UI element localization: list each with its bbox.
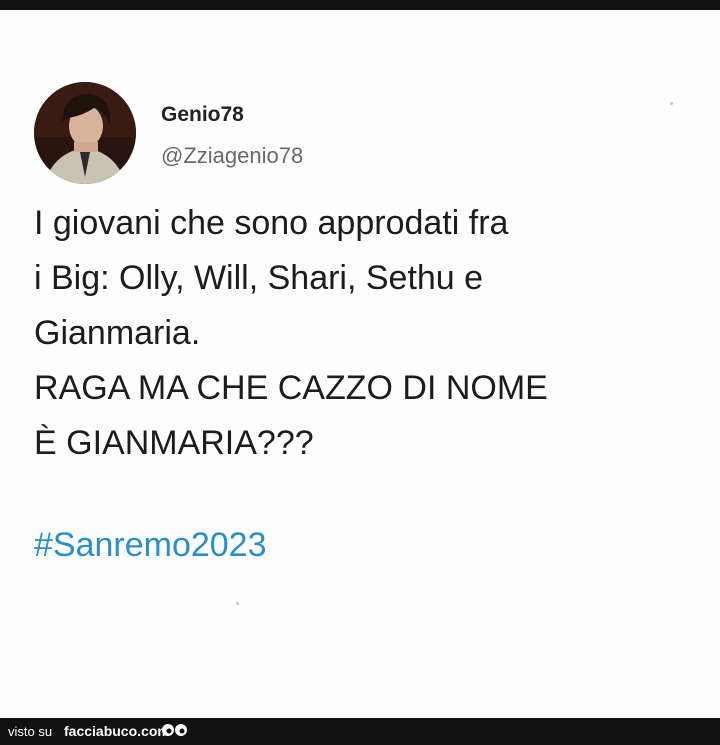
display-name[interactable]: Genio78 [161, 103, 244, 127]
hashtag-link[interactable]: #Sanremo2023 [34, 526, 267, 565]
avatar[interactable] [34, 82, 136, 184]
avatar-photo [34, 82, 136, 184]
eyes-icon [162, 724, 187, 736]
visto-label: visto su [8, 724, 53, 739]
tweet-text: I giovani che sono approdati fra i Big: … [34, 204, 548, 462]
watermark-footer: visto su facciabuco.com [0, 718, 720, 745]
user-handle[interactable]: @Zziagenio78 [161, 143, 303, 169]
dust-speck [670, 102, 673, 105]
dust-speck [236, 602, 239, 605]
top-border [0, 0, 720, 10]
brand-link[interactable]: facciabuco.com [64, 718, 170, 745]
